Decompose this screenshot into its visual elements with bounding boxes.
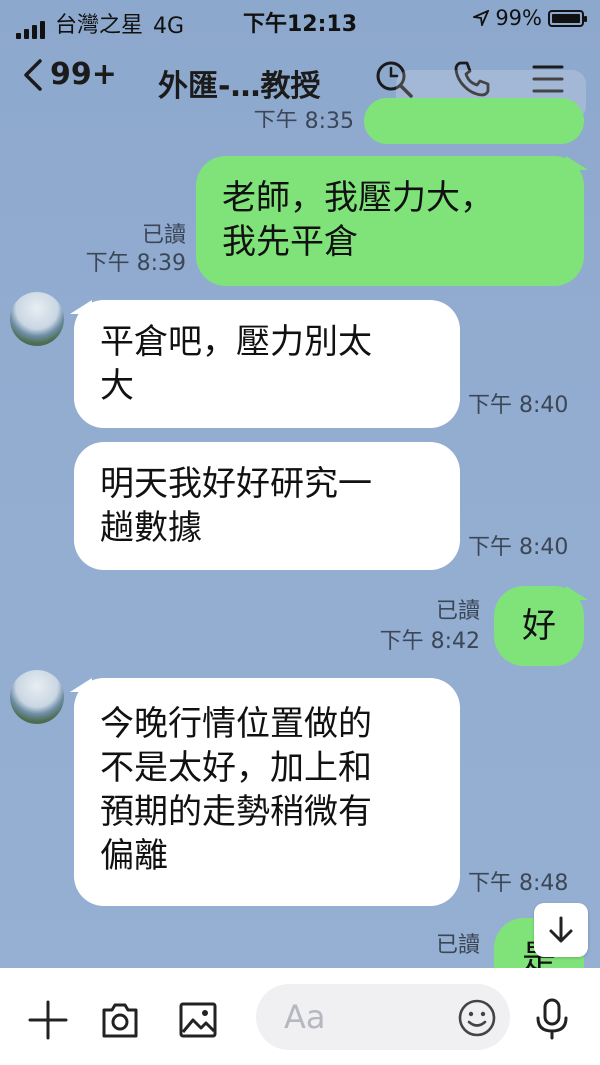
chevron-left-icon	[24, 58, 42, 91]
arrow-down-icon	[549, 916, 573, 943]
message-time: 下午 8:39	[85, 251, 186, 276]
bubble-tail	[566, 156, 588, 170]
read-receipt: 已讀	[141, 223, 186, 248]
message-bubble-incoming[interactable]: 明天我好好研究一 趟數據	[74, 442, 460, 570]
battery-icon	[548, 9, 587, 27]
message-time: 下午 8:40	[468, 535, 569, 560]
message-text-line: 預期的走勢稍微有	[100, 792, 372, 832]
message-text-line: 老師，我壓力大，	[222, 178, 494, 218]
contact-avatar[interactable]	[10, 292, 64, 346]
message-text-line: 趟數據	[100, 508, 202, 548]
contact-avatar[interactable]	[10, 670, 64, 724]
message-text-line: 不是太好，加上和	[100, 748, 372, 788]
status-bar: 台灣之星 4G 下午12:13 99%	[0, 0, 600, 40]
bubble-tail	[566, 586, 588, 600]
message-bubble-incoming[interactable]: 平倉吧，壓力別太 大	[74, 300, 460, 428]
message-text-line: 今晚行情位置做的	[100, 704, 372, 744]
chat-title[interactable]: 外匯-…教授	[158, 61, 320, 105]
message-text-line: 平倉吧，壓力別太	[100, 322, 372, 362]
message-time: 下午 8:42	[379, 629, 480, 654]
battery-percent: 99%	[495, 6, 542, 30]
back-button[interactable]: 99+	[22, 57, 117, 92]
image-icon[interactable]	[176, 998, 220, 1042]
partial-message-bubble[interactable]	[364, 98, 584, 144]
unread-count: 99+	[50, 57, 117, 92]
message-time: 下午 8:40	[468, 393, 569, 418]
microphone-icon[interactable]	[530, 996, 574, 1040]
plus-icon[interactable]	[26, 998, 70, 1042]
message-text-line: 大	[100, 366, 134, 406]
message-input-placeholder: Aa	[284, 998, 326, 1036]
message-bubble-incoming[interactable]: 今晚行情位置做的 不是太好，加上和 預期的走勢稍微有 偏離	[74, 678, 460, 906]
location-arrow-icon	[473, 10, 490, 26]
message-text-line: 明天我好好研究一	[100, 464, 372, 504]
message-bubble-outgoing[interactable]: 老師，我壓力大， 我先平倉	[196, 156, 584, 286]
message-text-line: 好	[522, 606, 556, 646]
read-receipt: 已讀	[435, 599, 480, 624]
partial-message-time: 下午 8:35	[253, 109, 354, 128]
camera-icon[interactable]	[98, 998, 142, 1042]
message-time: 下午 8:48	[468, 871, 569, 896]
read-receipt: 已讀	[435, 933, 480, 958]
emoji-icon[interactable]	[455, 996, 499, 1040]
scroll-to-bottom-button[interactable]	[534, 903, 588, 957]
message-text-line: 我先平倉	[222, 222, 358, 262]
message-text-line: 偏離	[100, 836, 168, 876]
